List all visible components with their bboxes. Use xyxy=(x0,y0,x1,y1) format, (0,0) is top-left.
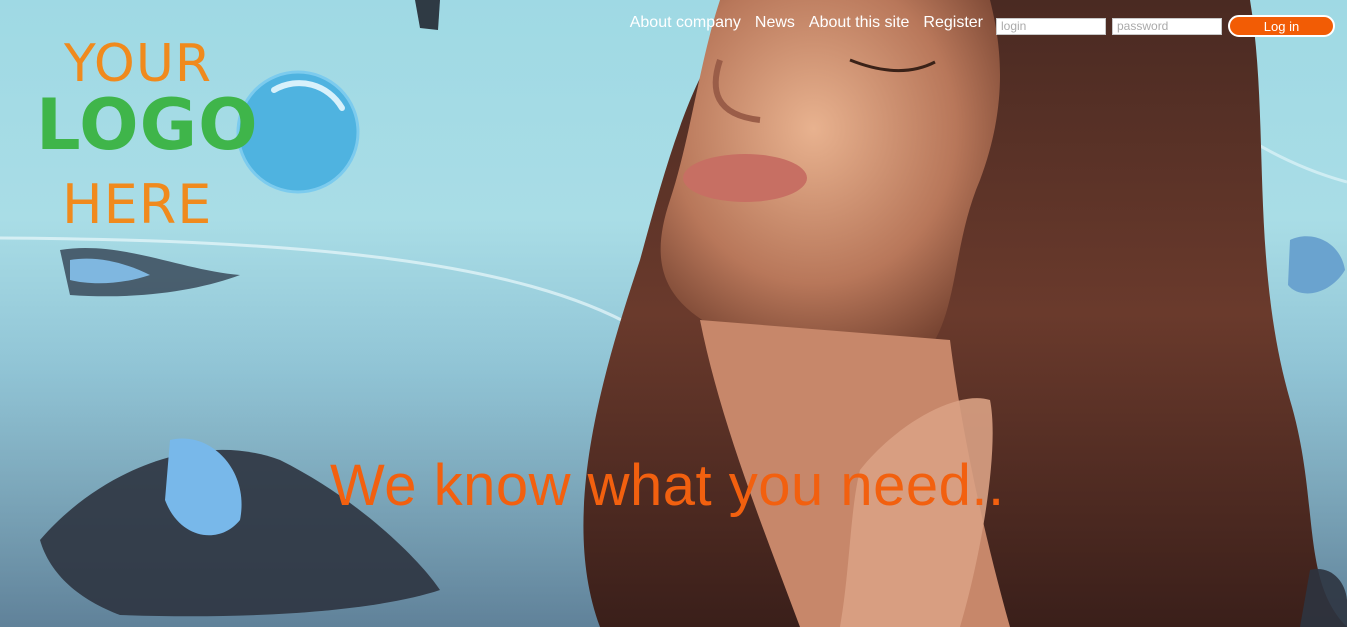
logo-text-here: HERE xyxy=(62,173,213,236)
password-input[interactable] xyxy=(1112,17,1222,35)
site-logo[interactable]: YOUR LOGO HERE xyxy=(36,36,366,236)
nav-about-site-link[interactable]: About this site xyxy=(809,14,910,32)
nav-register-link[interactable]: Register xyxy=(923,14,983,32)
nav-news-link[interactable]: News xyxy=(755,14,795,32)
login-form: Log in xyxy=(996,15,1335,37)
top-nav: About company News About this site Regis… xyxy=(630,14,983,32)
login-input[interactable] xyxy=(996,17,1106,35)
logo-text-logo: LOGO xyxy=(36,84,259,166)
logo-text-your: YOUR xyxy=(64,34,213,94)
hero-tagline: We know what you need.. xyxy=(330,453,1005,518)
login-button[interactable]: Log in xyxy=(1228,15,1335,37)
nav-about-company-link[interactable]: About company xyxy=(630,14,741,32)
